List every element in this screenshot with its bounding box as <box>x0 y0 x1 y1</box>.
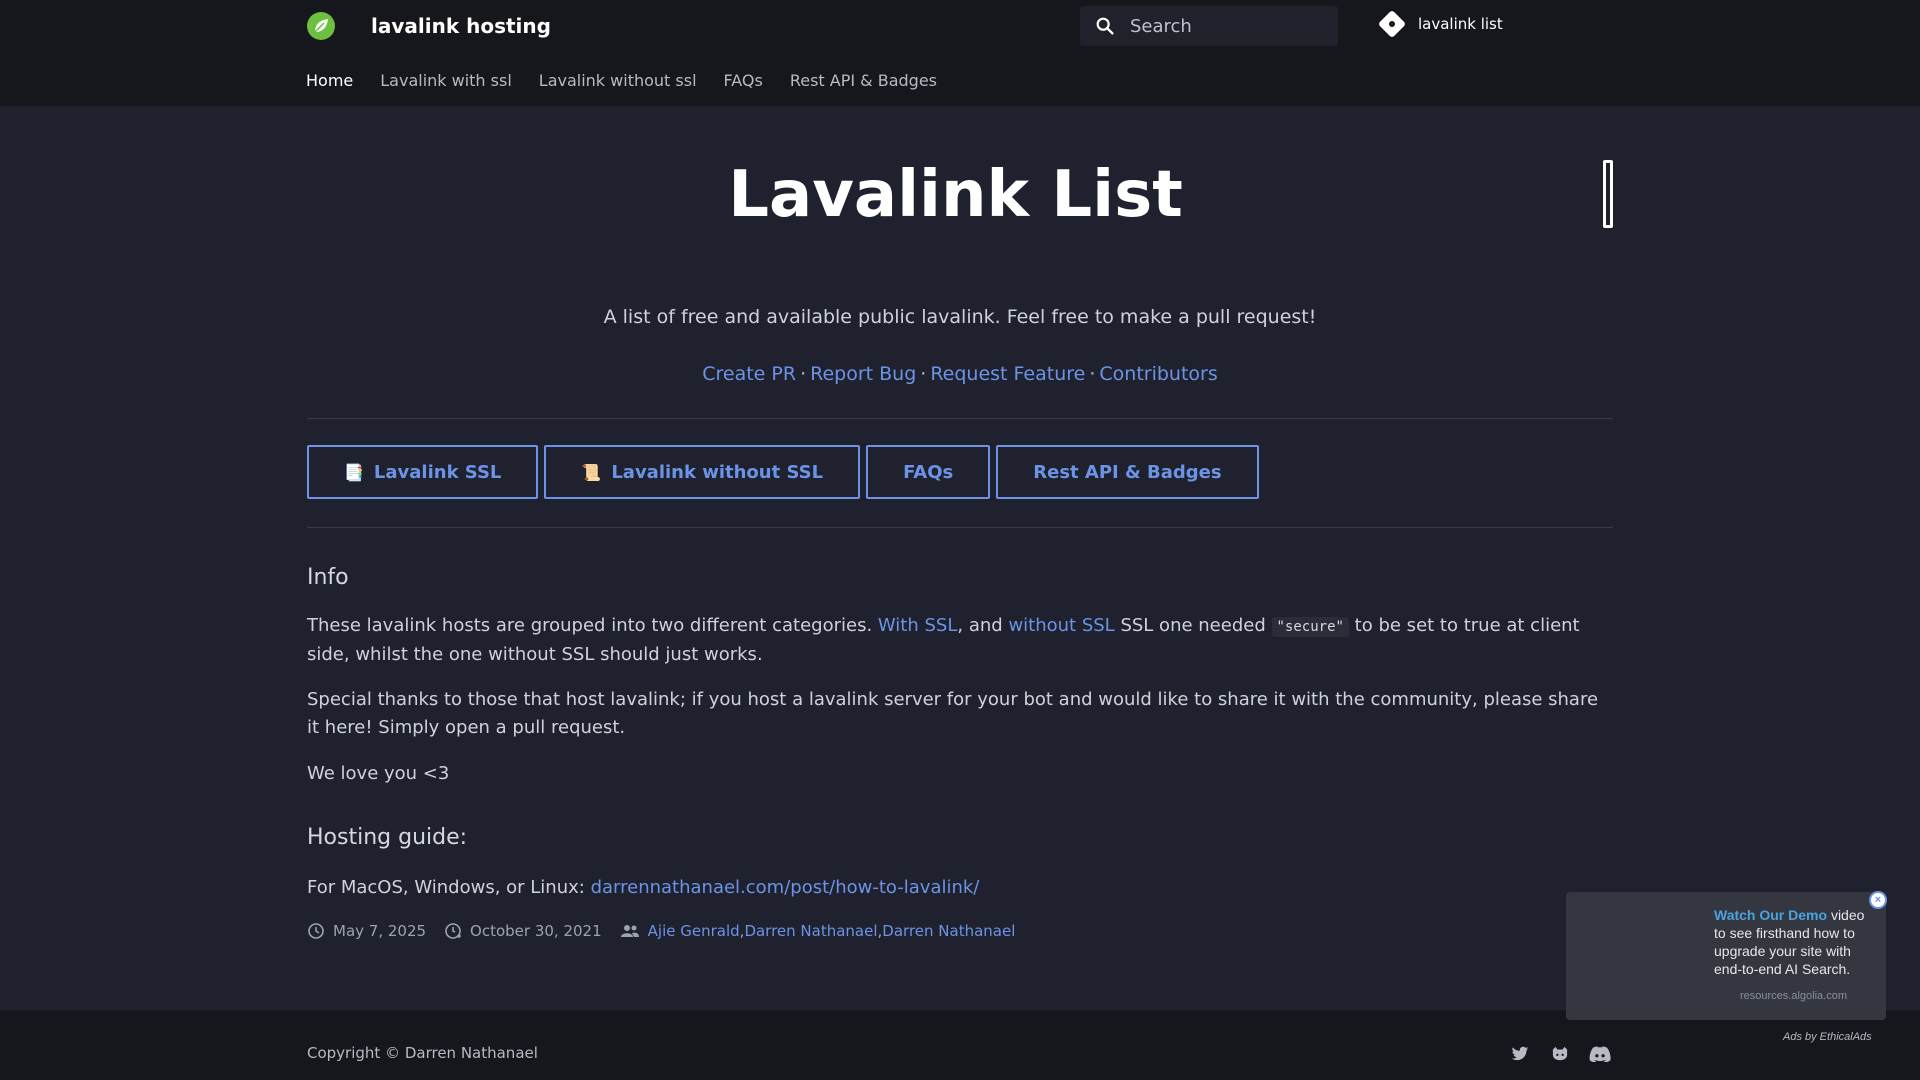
updated-date: May 7, 2025 <box>307 922 426 940</box>
tab-home[interactable]: Home <box>306 70 353 92</box>
ads-by-link[interactable]: Ads by EthicalAds <box>1783 1031 1872 1043</box>
divider <box>307 418 1613 419</box>
clock-history-icon <box>308 923 324 939</box>
bookmark-tabs-icon: 📑 <box>344 462 364 482</box>
tab-rest-api-badges[interactable]: Rest API & Badges <box>790 70 937 92</box>
nav-tabs: Home Lavalink with ssl Lavalink without … <box>306 70 964 92</box>
search-box[interactable] <box>1080 6 1338 46</box>
repo-link[interactable]: lavalink list <box>1377 9 1503 39</box>
tab-lavalink-without-ssl[interactable]: Lavalink without ssl <box>539 70 697 92</box>
button-label: Lavalink without SSL <box>611 461 824 483</box>
twitter-icon[interactable] <box>1511 1046 1529 1062</box>
lavalink-without-ssl-button[interactable]: 📜 Lavalink without SSL <box>544 445 861 499</box>
guide-link[interactable]: darrennathanael.com/post/how-to-lavalink… <box>591 877 980 898</box>
search-icon <box>1096 17 1114 35</box>
text: For MacOS, Windows, or Linux: <box>307 877 585 898</box>
contributors-link[interactable]: Contributors <box>1099 363 1217 385</box>
created-date: October 30, 2021 <box>444 922 602 940</box>
created-date-text: October 30, 2021 <box>470 922 602 940</box>
divider <box>307 527 1613 528</box>
updated-date-text: May 7, 2025 <box>333 922 427 940</box>
text: , and <box>957 615 1003 636</box>
copyright: Copyright © Darren Nathanael <box>307 1044 538 1062</box>
tagline: A list of free and available public lava… <box>603 306 1317 328</box>
link-separator: · <box>800 363 807 385</box>
repo-label: lavalink list <box>1418 15 1503 33</box>
info-paragraph-2: Special thanks to those that host lavali… <box>307 689 1599 738</box>
github-icon[interactable] <box>1551 1046 1569 1062</box>
scroll-icon: 📜 <box>581 462 602 482</box>
rest-api-badges-button[interactable]: Rest API & Badges <box>996 445 1259 499</box>
button-label: Lavalink SSL <box>373 461 502 483</box>
contributors: Ajie Genrald, Darren Nathanael, Darren N… <box>620 922 1015 940</box>
people-icon <box>620 925 639 937</box>
page-meta: May 7, 2025 October 30, 2021 Ajie Genral… <box>307 922 1033 940</box>
text: SSL one needed <box>1120 615 1266 636</box>
info-paragraph-3: We love you <3 <box>307 763 450 784</box>
section-buttons: 📑 Lavalink SSL 📜 Lavalink without SSL FA… <box>307 445 1259 499</box>
site-logo[interactable] <box>307 12 335 40</box>
secure-code: "secure" <box>1271 617 1349 637</box>
lavalink-ssl-button[interactable]: 📑 Lavalink SSL <box>307 445 539 499</box>
hosting-guide-paragraph: For MacOS, Windows, or Linux: darrennath… <box>307 874 1607 902</box>
info-heading: Info <box>307 565 349 590</box>
link-separator: · <box>1089 363 1096 385</box>
button-label: Rest API & Badges <box>1033 461 1222 483</box>
top-header: lavalink hosting lavalink list Home Lava… <box>0 0 1920 106</box>
footer: Copyright © Darren Nathanael <box>0 1010 1920 1080</box>
page-title: Lavalink List <box>728 158 1183 232</box>
typing-cursor <box>1603 160 1613 228</box>
faqs-button[interactable]: FAQs <box>866 445 991 499</box>
request-feature-link[interactable]: Request Feature <box>930 363 1085 385</box>
clock-plus-icon <box>445 923 462 939</box>
ad-text[interactable]: Watch Our Demo video to see firsthand ho… <box>1714 906 1879 978</box>
tab-faqs[interactable]: FAQs <box>724 70 763 92</box>
contributor-link[interactable]: Darren Nathanael <box>744 922 877 940</box>
hosting-guide-heading: Hosting guide: <box>307 825 468 850</box>
leaf-icon <box>314 19 328 33</box>
site-title[interactable]: lavalink hosting <box>371 12 551 40</box>
text: These lavalink hosts are grouped into tw… <box>307 615 873 636</box>
contributor-link[interactable]: Darren Nathanael <box>882 922 1015 940</box>
button-label: FAQs <box>903 461 954 483</box>
git-icon <box>1377 9 1407 39</box>
close-icon[interactable]: × <box>1869 891 1887 909</box>
ad-highlight: Watch Our Demo <box>1714 907 1828 923</box>
with-ssl-link[interactable]: With SSL <box>878 615 957 636</box>
without-ssl-link[interactable]: without SSL <box>1008 615 1114 636</box>
ad-domain: resources.algolia.com <box>1740 990 1847 1002</box>
discord-icon[interactable] <box>1589 1046 1611 1062</box>
info-paragraph-1: These lavalink hosts are grouped into tw… <box>307 612 1607 669</box>
link-separator: · <box>920 363 927 385</box>
quick-links: Create PR · Report Bug · Request Feature · Con… <box>0 363 1920 385</box>
contributor-link[interactable]: Ajie Genrald <box>648 922 740 940</box>
create-pr-link[interactable]: Create PR <box>702 363 796 385</box>
tab-lavalink-with-ssl[interactable]: Lavalink with ssl <box>380 70 512 92</box>
report-bug-link[interactable]: Report Bug <box>810 363 916 385</box>
search-input[interactable] <box>1130 15 1320 37</box>
